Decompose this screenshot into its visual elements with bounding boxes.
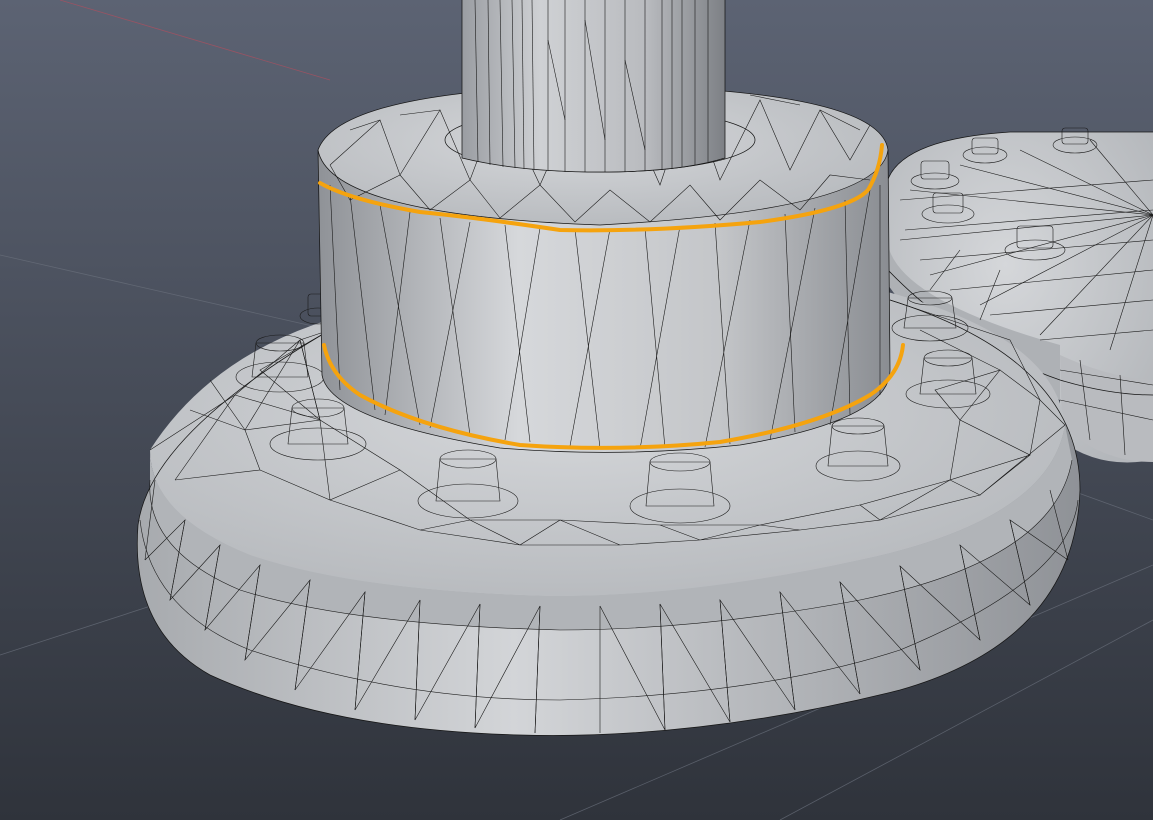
shaft xyxy=(461,0,726,173)
3d-viewport[interactable] xyxy=(0,0,1153,820)
mesh-scene[interactable] xyxy=(0,0,1153,820)
